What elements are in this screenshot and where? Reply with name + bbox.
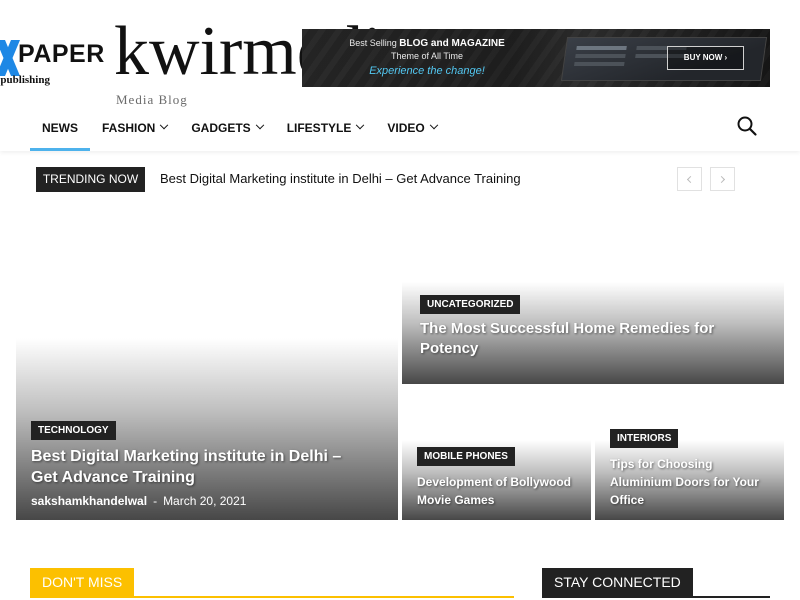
post-title[interactable]: Tips for Choosing Aluminium Doors for Yo… [610,455,775,509]
logo-text[interactable]: PAPER [18,40,105,69]
category-badge[interactable]: INTERIORS [610,429,679,448]
stay-connected-divider [542,596,770,598]
logo-tagline: f publishing [0,74,50,86]
nav-item-label: GADGETS [191,120,251,135]
post-title[interactable]: The Most Successful Home Remedies for Po… [420,319,720,359]
banner-slogan: Experience the change! [369,65,485,77]
nav-item-news[interactable]: NEWS [30,104,90,151]
post-title[interactable]: Development of Bollywood Movie Games [417,473,582,509]
nav-item-video[interactable]: VIDEO [375,104,448,151]
post-date: March 20, 2021 [163,494,247,508]
site-header: PAPER f publishing kwirmedia Media Blog … [0,0,800,151]
trending-next-button[interactable] [710,167,735,191]
main-nav: NEWS FASHION GADGETS LIFESTYLE VIDEO [30,104,449,151]
dont-miss-heading: DON'T MISS [30,568,135,597]
nav-item-gadgets[interactable]: GADGETS [179,104,274,151]
nav-item-label: LIFESTYLE [286,120,352,135]
trending-headline-link[interactable]: Best Digital Marketing institute in Delh… [160,171,521,186]
category-badge[interactable]: TECHNOLOGY [31,421,116,440]
nav-item-lifestyle[interactable]: LIFESTYLE [275,104,376,151]
ad-banner[interactable]: Best Selling BLOG and MAGAZINE Theme of … [302,29,770,87]
banner-subline: Theme of All Time [390,51,464,61]
chevron-left-icon [686,175,695,183]
chevron-right-icon [717,175,726,183]
post-author[interactable]: sakshamkhandelwal [31,494,147,508]
meta-separator: - [153,494,158,508]
nav-item-label: VIDEO [387,120,425,135]
post-meta: sakshamkhandelwal - March 20, 2021 [31,494,246,508]
banner-headline: Best Selling BLOG and MAGAZINE [349,38,505,49]
chevron-down-icon [160,120,169,129]
stay-connected-heading: STAY CONNECTED [542,568,693,597]
nav-item-label: FASHION [102,120,156,135]
trending-badge: TRENDING NOW [36,167,145,192]
trending-prev-button[interactable] [677,167,702,191]
nav-item-fashion[interactable]: FASHION [90,104,179,151]
chevron-down-icon [429,120,438,129]
chevron-down-icon [255,120,264,129]
chevron-down-icon [356,120,365,129]
nav-item-label: NEWS [42,120,78,135]
logo-mark-icon[interactable] [0,40,20,76]
post-title[interactable]: Best Digital Marketing institute in Delh… [31,446,351,488]
category-badge[interactable]: MOBILE PHONES [417,447,515,466]
banner-buy-now-button[interactable]: BUY NOW › [667,46,744,70]
category-badge[interactable]: UNCATEGORIZED [420,295,521,314]
search-icon[interactable] [735,114,759,138]
dont-miss-divider [30,596,514,598]
